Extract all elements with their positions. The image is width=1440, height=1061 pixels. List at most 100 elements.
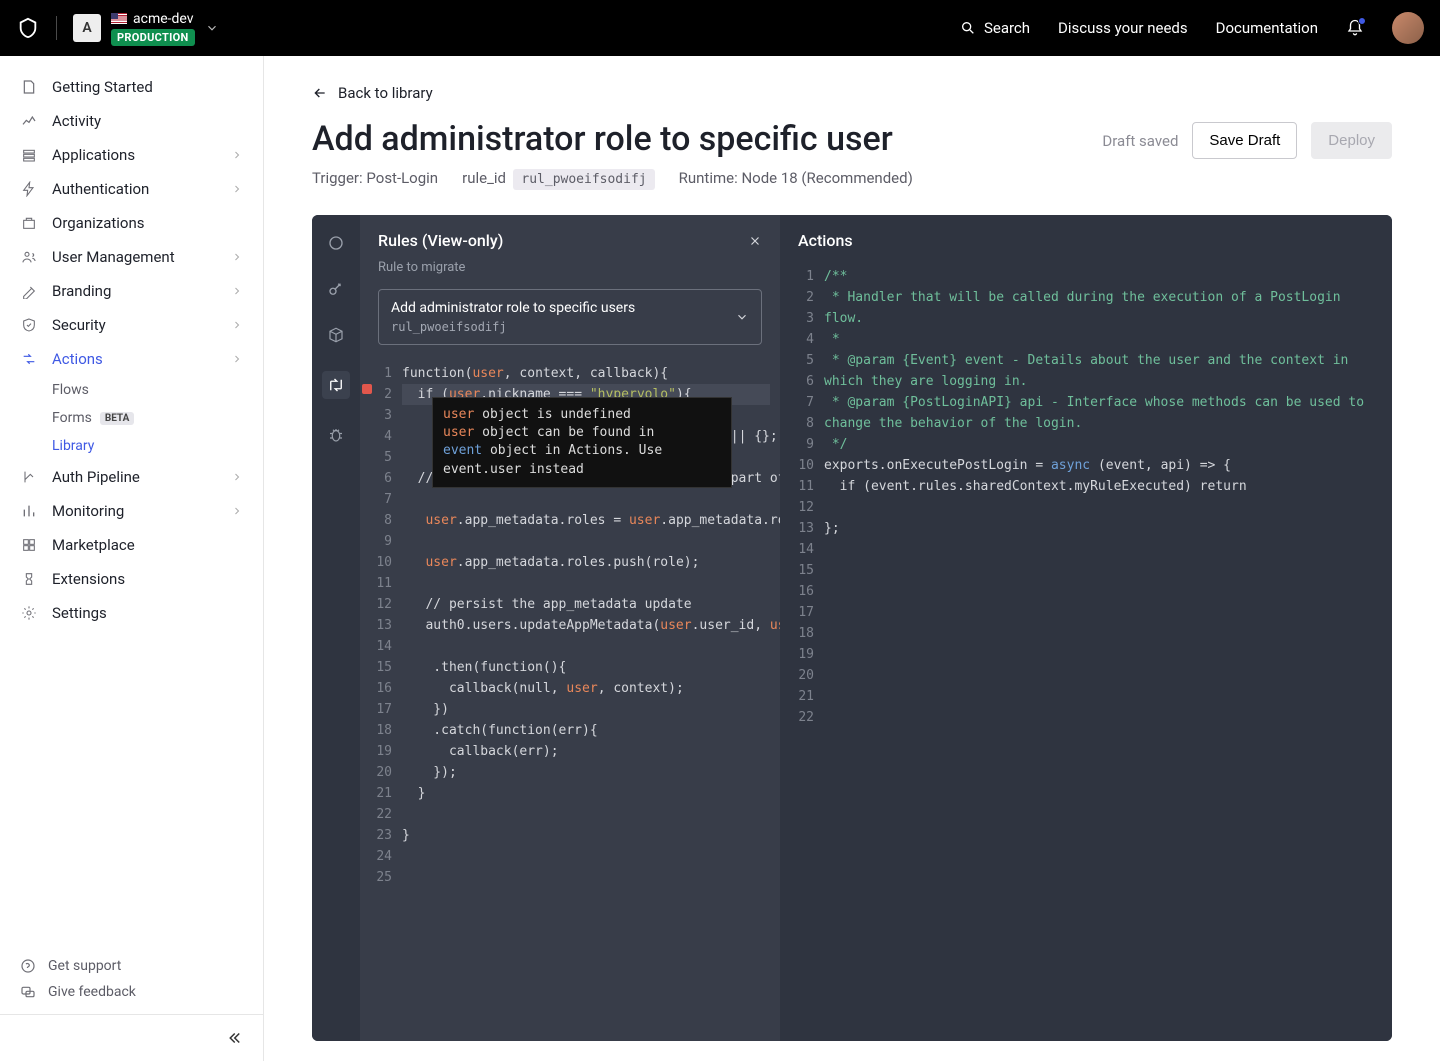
nav-icon <box>20 316 38 334</box>
rule-name: Add administrator role to specific users <box>391 300 635 316</box>
chevron-right-icon <box>231 183 243 195</box>
draft-saved-status: Draft saved <box>1102 132 1178 150</box>
chevron-down-icon[interactable] <box>205 21 219 35</box>
deploy-button[interactable]: Deploy <box>1311 122 1392 159</box>
actions-panel-title: Actions <box>780 215 1392 266</box>
nav-icon <box>20 112 38 130</box>
topbar: A acme-dev PRODUCTION Search Discuss you… <box>0 0 1440 56</box>
back-to-library-link[interactable]: Back to library <box>312 84 1392 102</box>
user-avatar[interactable] <box>1392 12 1424 44</box>
sidebar-item-branding[interactable]: Branding <box>0 274 263 308</box>
rail-test-icon[interactable] <box>326 233 346 253</box>
sidebar-item-marketplace[interactable]: Marketplace <box>0 528 263 562</box>
rules-panel-title: Rules (View-only) <box>378 231 503 250</box>
sidebar-item-authentication[interactable]: Authentication <box>0 172 263 206</box>
documentation-link[interactable]: Documentation <box>1216 19 1318 37</box>
trigger-label: Trigger: <box>312 169 363 187</box>
close-icon[interactable] <box>748 234 762 248</box>
tenant-name: acme-dev <box>133 11 194 27</box>
discuss-link[interactable]: Discuss your needs <box>1058 19 1188 37</box>
header-actions: Draft saved Save Draft Deploy <box>1102 122 1392 159</box>
error-tooltip: user object is undefined user object can… <box>432 397 732 488</box>
page-meta: Trigger: Post-Login rule_id rul_pwoeifso… <box>312 169 1392 187</box>
us-flag-icon <box>111 13 127 24</box>
nav-label: Monitoring <box>52 502 124 520</box>
nav-icon <box>20 78 38 96</box>
search-label: Search <box>984 19 1030 37</box>
sidebar-sub-library[interactable]: Library <box>0 432 263 460</box>
rail-package-icon[interactable] <box>326 325 346 345</box>
runtime-value: Node 18 (Recommended) <box>741 169 912 187</box>
sidebar-item-actions[interactable]: Actions <box>0 342 263 376</box>
rule-selector[interactable]: Add administrator role to specific users… <box>378 289 762 345</box>
brand-logo[interactable] <box>16 16 40 40</box>
page-title: Add administrator role to specific user <box>312 120 893 159</box>
nav-icon <box>20 570 38 588</box>
nav-label: Organizations <box>52 214 145 232</box>
trigger-value: Post-Login <box>366 169 438 187</box>
divider <box>56 16 57 40</box>
search-button[interactable]: Search <box>960 19 1030 37</box>
nav-label: Authentication <box>52 180 149 198</box>
chevron-right-icon <box>231 353 243 365</box>
nav-icon <box>20 180 38 198</box>
main: Back to library Add administrator role t… <box>264 56 1440 1061</box>
back-label: Back to library <box>338 84 433 102</box>
tenant-initial[interactable]: A <box>73 14 101 42</box>
editor-icon-rail <box>312 215 360 1041</box>
sidebar-footer: Get support Give feedback <box>0 944 263 1014</box>
ruleid-label: rule_id <box>462 169 506 187</box>
nav-label: Actions <box>52 350 103 368</box>
sidebar-nav: Getting Started ActivityApplications Authe… <box>0 70 263 944</box>
sidebar-item-user-management[interactable]: User Management <box>0 240 263 274</box>
nav-icon <box>20 146 38 164</box>
ruleid-value: rul_pwoeifsodifj <box>513 169 654 190</box>
rail-migrate-icon[interactable] <box>322 371 350 399</box>
sidebar-item-monitoring[interactable]: Monitoring <box>0 494 263 528</box>
rule-id-display: rul_pwoeifsodifj <box>391 320 635 334</box>
error-marker-icon <box>362 384 372 394</box>
rules-panel: Rules (View-only) Rule to migrate Add ad… <box>360 215 780 1041</box>
sidebar-item-organizations[interactable]: Organizations <box>0 206 263 240</box>
beta-badge: BETA <box>100 412 135 425</box>
feedback-label: Give feedback <box>48 984 136 1000</box>
notifications-button[interactable] <box>1346 19 1364 37</box>
nav-icon <box>20 350 38 368</box>
sidebar-item-activity[interactable]: Activity <box>0 104 263 138</box>
save-draft-button[interactable]: Save Draft <box>1192 122 1297 159</box>
sidebar-item-settings[interactable]: Settings <box>0 596 263 630</box>
chevron-right-icon <box>231 319 243 331</box>
topbar-actions: Search Discuss your needs Documentation <box>960 12 1424 44</box>
nav-label: Branding <box>52 282 111 300</box>
sidebar-sub-flows[interactable]: Flows <box>0 376 263 404</box>
rules-panel-subtitle: Rule to migrate <box>360 258 780 285</box>
nav-label: User Management <box>52 248 175 266</box>
chevron-right-icon <box>231 251 243 263</box>
sidebar-item-getting-started[interactable]: Getting Started <box>0 70 263 104</box>
tenant-selector[interactable]: acme-dev PRODUCTION <box>111 11 195 46</box>
rail-debug-icon[interactable] <box>326 425 346 445</box>
nav-icon <box>20 604 38 622</box>
nav-icon <box>20 214 38 232</box>
chevron-right-icon <box>231 471 243 483</box>
chevron-down-icon <box>735 310 749 324</box>
sidebar-item-security[interactable]: Security <box>0 308 263 342</box>
sidebar-item-extensions[interactable]: Extensions <box>0 562 263 596</box>
nav-label: Settings <box>52 604 107 622</box>
collapse-sidebar-button[interactable] <box>0 1014 263 1061</box>
nav-label: Marketplace <box>52 536 135 554</box>
sidebar-item-applications[interactable]: Applications <box>0 138 263 172</box>
rules-code[interactable]: 1234567891011121314151617181920212223242… <box>360 359 780 1041</box>
sidebar-sub-forms[interactable]: Forms BETA <box>0 404 263 432</box>
sidebar-item-auth-pipeline[interactable]: Auth Pipeline <box>0 460 263 494</box>
get-support-link[interactable]: Get support <box>20 958 243 974</box>
actions-code[interactable]: 12345678910111213141516171819202122 /** … <box>780 266 1392 1041</box>
rail-key-icon[interactable] <box>326 279 346 299</box>
give-feedback-link[interactable]: Give feedback <box>20 984 243 1000</box>
nav-label: Getting Started <box>52 78 153 96</box>
nav-label: Auth Pipeline <box>52 468 140 486</box>
env-badge: PRODUCTION <box>111 29 195 46</box>
editor: Rules (View-only) Rule to migrate Add ad… <box>312 215 1392 1041</box>
nav-label: Security <box>52 316 106 334</box>
nav-label: Extensions <box>52 570 125 588</box>
